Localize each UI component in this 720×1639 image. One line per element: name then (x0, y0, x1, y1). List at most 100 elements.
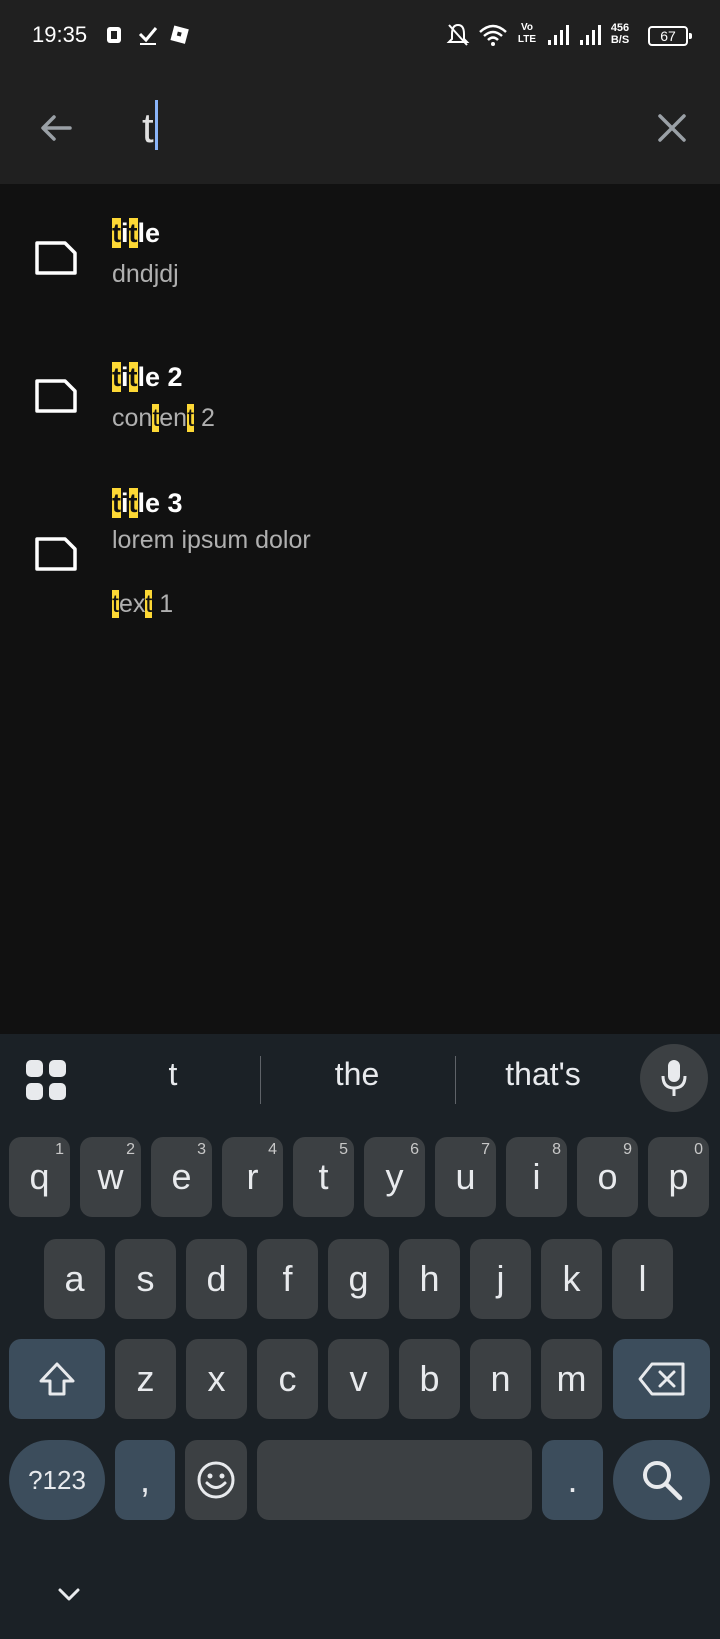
status-time: 19:35 (32, 22, 88, 47)
text-segment: lorem ipsum dolor (112, 526, 311, 554)
text-segment: le 2 (137, 362, 183, 392)
text-segment: con (112, 404, 153, 432)
key-number-hint: 4 (268, 1141, 277, 1158)
symbols-key[interactable]: ?123 (9, 1440, 105, 1520)
key-m[interactable]: m (541, 1339, 602, 1419)
key-label: k (562, 1258, 581, 1299)
key-number-hint: 9 (623, 1141, 632, 1158)
suggestion-divider (260, 1056, 261, 1104)
key-n[interactable]: n (470, 1339, 531, 1419)
battery-indicator: 67 (648, 26, 692, 46)
network-speed: 456 B/S (610, 22, 630, 46)
result-snippet: lorem ipsum dolor (112, 526, 311, 555)
backspace-icon (638, 1362, 684, 1396)
result-snippet: dndjdj (112, 260, 179, 289)
text-segment: i (121, 488, 129, 518)
search-bar: t (0, 74, 720, 184)
key-number-hint: 1 (55, 1141, 64, 1158)
key-g[interactable]: g (328, 1239, 389, 1319)
key-v[interactable]: v (328, 1339, 389, 1419)
key-label: x (207, 1358, 226, 1399)
key-p[interactable]: p0 (648, 1137, 709, 1217)
key-label: l (638, 1258, 647, 1299)
search-icon (642, 1461, 682, 1501)
signal-icon (580, 25, 601, 45)
key-label: b (419, 1358, 440, 1399)
comma-key[interactable]: , (115, 1440, 175, 1520)
key-number-hint: 7 (481, 1141, 490, 1158)
key-label: e (171, 1156, 192, 1197)
key-z[interactable]: z (115, 1339, 176, 1419)
key-q[interactable]: q1 (9, 1137, 70, 1217)
notification-app-icon (107, 27, 121, 43)
shift-key[interactable] (9, 1339, 105, 1419)
bell-off-icon (446, 23, 470, 46)
text-segment: dndjdj (112, 260, 179, 288)
clear-search-button[interactable] (646, 102, 698, 154)
apps-grid-icon[interactable] (24, 1058, 68, 1102)
key-label: m (556, 1358, 587, 1399)
back-button[interactable] (30, 102, 82, 154)
check-icon (138, 27, 158, 45)
result-title: title 2 (112, 362, 183, 393)
search-key[interactable] (613, 1440, 710, 1520)
key-u[interactable]: u7 (435, 1137, 496, 1217)
key-w[interactable]: w2 (80, 1137, 141, 1217)
key-i[interactable]: i8 (506, 1137, 567, 1217)
text-caret (154, 100, 158, 150)
close-icon (658, 114, 686, 142)
key-label: v (349, 1358, 368, 1399)
suggestion-1[interactable]: t (88, 1056, 258, 1093)
roblox-icon (170, 25, 189, 44)
shift-icon (39, 1362, 75, 1396)
key-s[interactable]: s (115, 1239, 176, 1319)
space-key[interactable] (257, 1440, 532, 1520)
match-highlight: t (128, 488, 138, 518)
backspace-key[interactable] (613, 1339, 710, 1419)
key-k[interactable]: k (541, 1239, 602, 1319)
key-y[interactable]: y6 (364, 1137, 425, 1217)
key-l[interactable]: l (612, 1239, 673, 1319)
text-segment: i (121, 362, 129, 392)
key-label: w (97, 1156, 124, 1197)
text-segment: i (121, 218, 129, 248)
suggestion-3[interactable]: that's (458, 1056, 628, 1093)
key-j[interactable]: j (470, 1239, 531, 1319)
note-icon (35, 241, 77, 275)
note-icon (35, 537, 77, 571)
emoji-key[interactable] (185, 1440, 247, 1520)
key-label: s (136, 1258, 155, 1299)
search-input[interactable]: t (142, 98, 158, 158)
match-highlight: t (128, 362, 138, 392)
period-key[interactable]: . (542, 1440, 603, 1520)
key-label: p (668, 1156, 689, 1197)
key-label: o (597, 1156, 618, 1197)
key-a[interactable]: a (44, 1239, 105, 1319)
key-e[interactable]: e3 (151, 1137, 212, 1217)
key-label: i (532, 1156, 541, 1197)
key-f[interactable]: f (257, 1239, 318, 1319)
key-c[interactable]: c (257, 1339, 318, 1419)
key-h[interactable]: h (399, 1239, 460, 1319)
voice-input-button[interactable] (640, 1044, 708, 1112)
hide-keyboard-chevron-icon[interactable] (54, 1580, 84, 1610)
key-x[interactable]: x (186, 1339, 247, 1419)
key-number-hint: 2 (126, 1141, 135, 1158)
result-item[interactable]: title dndjdj (0, 184, 720, 314)
result-item[interactable]: title 2 content 2 (0, 322, 720, 452)
result-item[interactable]: title 3 lorem ipsum dolor text 1 (0, 460, 720, 630)
microphone-icon (661, 1060, 687, 1096)
key-t[interactable]: t5 (293, 1137, 354, 1217)
key-number-hint: 6 (410, 1141, 419, 1158)
key-label: z (136, 1358, 155, 1399)
result-snippet: text 1 (112, 590, 173, 619)
suggestion-2[interactable]: the (272, 1056, 442, 1093)
key-o[interactable]: o9 (577, 1137, 638, 1217)
match-highlight: t (187, 404, 195, 432)
match-highlight: t (112, 218, 121, 248)
key-r[interactable]: r4 (222, 1137, 283, 1217)
match-highlight: t (112, 362, 121, 392)
match-highlight: t (128, 218, 138, 248)
key-d[interactable]: d (186, 1239, 247, 1319)
key-b[interactable]: b (399, 1339, 460, 1419)
